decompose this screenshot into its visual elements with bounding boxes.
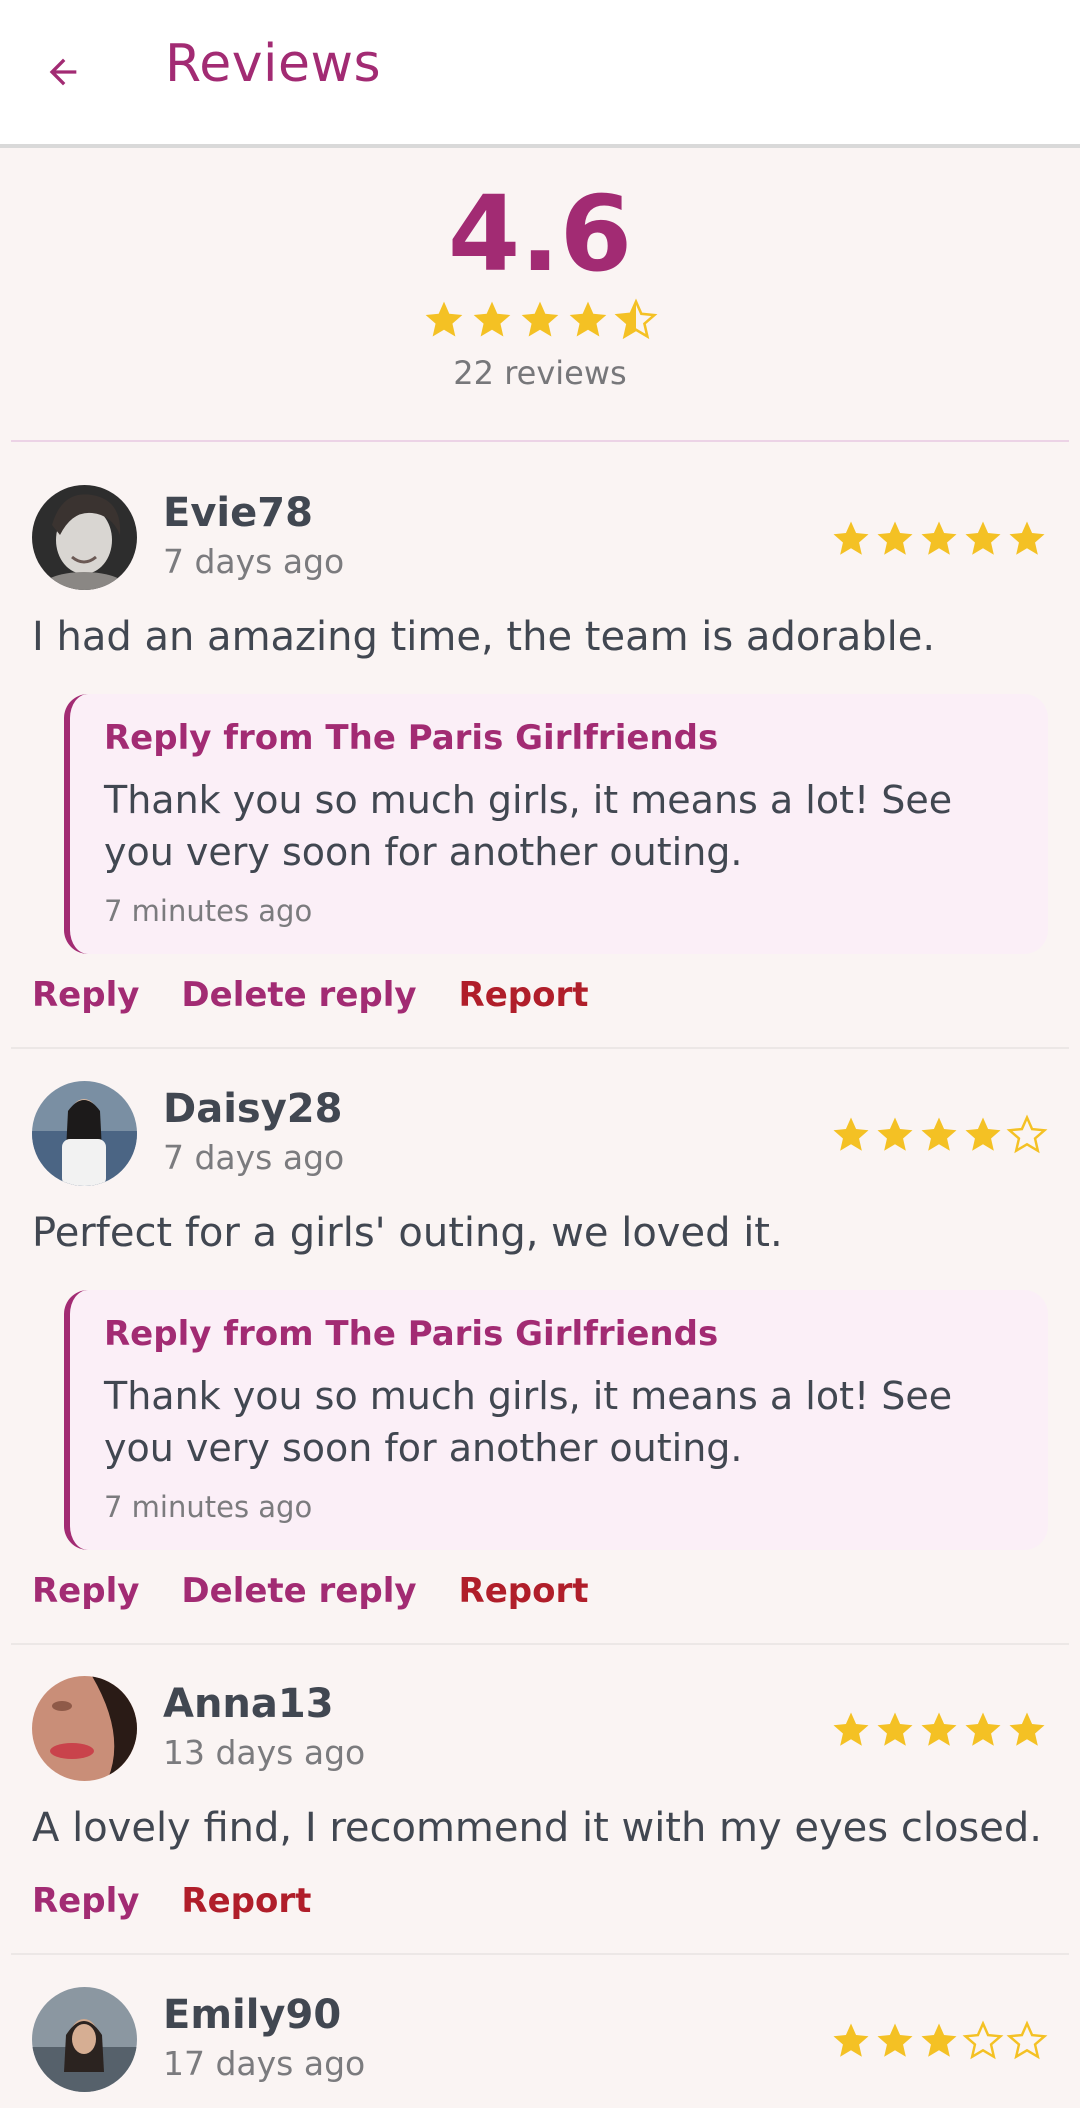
- reply-text: Thank you so much girls, it means a lot!…: [104, 778, 953, 874]
- avatar[interactable]: [32, 1676, 137, 1781]
- app-bar: Reviews: [0, 0, 1080, 148]
- review-text: A lovely find, I recommend it with my ey…: [32, 1805, 1042, 1851]
- review-date: 13 days ago: [163, 1733, 366, 1772]
- review-stars: [830, 1709, 1048, 1751]
- reply-time: 7 minutes ago: [104, 1490, 313, 1524]
- star-outline-icon: [962, 2020, 1004, 2060]
- report-button[interactable]: Report: [459, 1571, 589, 1611]
- star-icon: [921, 521, 957, 555]
- owner-reply: Reply from The Paris Girlfriends Thank y…: [64, 694, 1048, 954]
- back-button[interactable]: [30, 36, 96, 108]
- star-icon: [921, 2023, 957, 2057]
- review-card: Anna13 13 days ago A lovely find, I reco…: [0, 1645, 1080, 1952]
- star-half-icon: [614, 298, 658, 340]
- review-date: 17 days ago: [163, 2044, 366, 2083]
- reply-button[interactable]: Reply: [32, 1571, 139, 1611]
- delete-reply-button[interactable]: Delete reply: [181, 975, 416, 1015]
- review-text: Perfect for a girls' outing, we loved it…: [32, 1210, 783, 1256]
- review-count: 22 reviews: [453, 354, 627, 392]
- star-icon: [965, 1712, 1001, 1746]
- star-icon: [425, 301, 463, 337]
- star-outline-icon: [1006, 2020, 1048, 2060]
- avatar[interactable]: [32, 485, 137, 590]
- owner-reply: Reply from The Paris Girlfriends Thank y…: [64, 1290, 1048, 1550]
- star-icon: [1009, 521, 1045, 555]
- star-icon: [965, 521, 1001, 555]
- reply-text: Thank you so much girls, it means a lot!…: [104, 1374, 953, 1470]
- star-icon: [921, 1117, 957, 1151]
- star-icon: [877, 521, 913, 555]
- reply-title: Reply from The Paris Girlfriends: [104, 718, 719, 758]
- review-card: Evie78 7 days ago I had an amazing time,…: [0, 442, 1080, 1048]
- reply-button[interactable]: Reply: [32, 1881, 139, 1921]
- star-icon: [833, 1712, 869, 1746]
- delete-reply-button[interactable]: Delete reply: [181, 1571, 416, 1611]
- review-actions: Reply Report: [32, 1881, 311, 1921]
- review-date: 7 days ago: [163, 1138, 345, 1177]
- review-text: I had an amazing time, the team is adora…: [32, 614, 936, 660]
- star-icon: [833, 2023, 869, 2057]
- review-card: Emily90 17 days ago: [0, 1955, 1080, 2108]
- star-icon: [1009, 1712, 1045, 1746]
- average-rating: 4.6: [447, 173, 633, 295]
- arrow-left-icon: [49, 58, 77, 86]
- star-icon: [521, 301, 559, 337]
- star-icon: [473, 301, 511, 337]
- star-icon: [833, 1117, 869, 1151]
- avatar[interactable]: [32, 1987, 137, 2092]
- reply-button[interactable]: Reply: [32, 975, 139, 1015]
- review-actions: Reply Delete reply Report: [32, 1571, 589, 1611]
- star-icon: [877, 2023, 913, 2057]
- star-icon: [877, 1117, 913, 1151]
- reply-title: Reply from The Paris Girlfriends: [104, 1314, 719, 1354]
- star-icon: [569, 301, 607, 337]
- page-title: Reviews: [165, 34, 382, 94]
- report-button[interactable]: Report: [181, 1881, 311, 1921]
- summary-stars: [0, 298, 1080, 342]
- reply-time: 7 minutes ago: [104, 894, 313, 928]
- star-icon: [833, 521, 869, 555]
- report-button[interactable]: Report: [459, 975, 589, 1015]
- star-icon: [965, 1117, 1001, 1151]
- review-actions: Reply Delete reply Report: [32, 975, 589, 1015]
- star-icon: [877, 1712, 913, 1746]
- avatar[interactable]: [32, 1081, 137, 1186]
- star-outline-icon: [1006, 1114, 1048, 1154]
- review-stars: [830, 518, 1048, 560]
- review-date: 7 days ago: [163, 542, 345, 581]
- review-username: Anna13: [163, 1681, 334, 1727]
- review-username: Evie78: [163, 490, 313, 536]
- review-stars: [830, 1114, 1048, 1156]
- review-username: Daisy28: [163, 1086, 343, 1132]
- review-stars: [830, 2020, 1048, 2062]
- review-username: Emily90: [163, 1992, 342, 2038]
- rating-summary: 4.6 22 reviews: [0, 152, 1080, 440]
- star-icon: [921, 1712, 957, 1746]
- review-card: Daisy28 7 days ago Perfect for a girls' …: [0, 1049, 1080, 1643]
